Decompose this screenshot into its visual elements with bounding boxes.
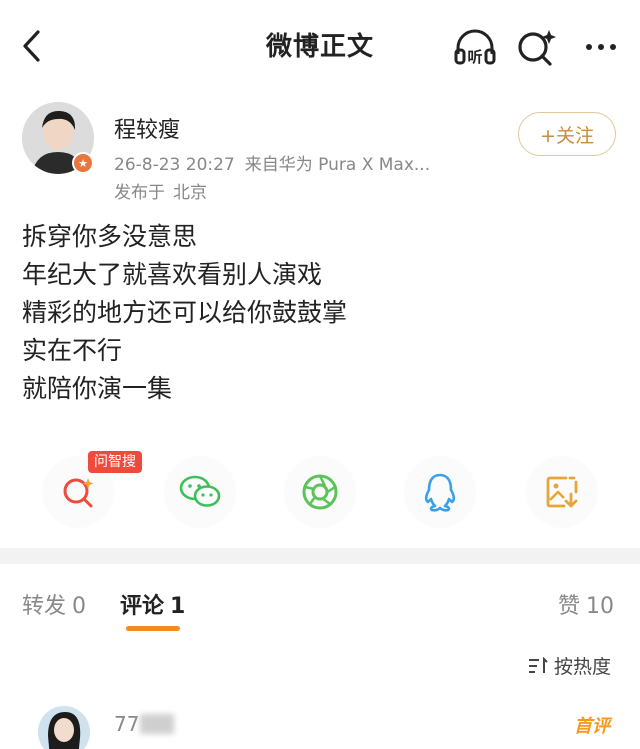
search-sparkle-icon [518, 30, 556, 66]
more-dot-icon [586, 44, 592, 50]
moments-share-button[interactable] [284, 456, 356, 528]
save-image-icon [546, 476, 578, 508]
moments-icon [302, 474, 338, 510]
post-line: 拆穿你多没意思 [22, 222, 198, 251]
save-image-button[interactable] [526, 456, 598, 528]
more-options-button[interactable] [578, 32, 624, 62]
post-meta: 26-8-23 20:27 来自华为 Pura X Max... [114, 150, 430, 175]
listen-label: 听 [467, 48, 482, 66]
post-line: 年纪大了就喜欢看别人演戏 [22, 260, 323, 289]
commenter-portrait-icon [38, 706, 90, 749]
active-tab-indicator [126, 626, 180, 631]
section-divider [0, 548, 640, 564]
smart-search-button[interactable] [516, 24, 556, 70]
more-dot-icon [610, 44, 616, 50]
commenter-avatar[interactable] [38, 706, 90, 749]
commenter-name-blur [140, 714, 174, 734]
tab-reposts[interactable]: 转发 0 [22, 588, 86, 620]
interaction-tabs: 转发 0 评论 1 赞 10 [0, 564, 640, 644]
post-location: 发布于 北京 [114, 178, 207, 203]
sort-by-hot-button[interactable]: 按热度 [528, 652, 611, 679]
post-line: 精彩的地方还可以给你鼓鼓掌 [22, 298, 348, 327]
verified-badge-icon: ★ [72, 152, 94, 174]
tab-comments[interactable]: 评论 1 [120, 588, 185, 620]
smart-search-tag: 问智搜 [88, 451, 142, 473]
post-line: 实在不行 [22, 336, 123, 365]
tab-likes-label: 赞 [558, 594, 581, 619]
tab-comments-count: 1 [170, 594, 186, 619]
sort-label: 按热度 [554, 656, 612, 678]
location-prefix: 发布于 [114, 183, 165, 203]
commenter-name[interactable]: 77 [114, 712, 139, 736]
smart-search-icon [63, 478, 94, 508]
top-nav-bar: 微博正文 听 [0, 0, 640, 92]
more-dot-icon [598, 44, 604, 50]
location-value: 北京 [173, 183, 207, 203]
post-body: 拆穿你多没意思 年纪大了就喜欢看别人演戏 精彩的地方还可以给你鼓鼓掌 实在不行 … [22, 218, 582, 408]
follow-button[interactable]: +关注 [518, 112, 616, 156]
first-comment-badge: 首评 [574, 716, 610, 737]
tab-reposts-count: 0 [72, 594, 87, 619]
author-name[interactable]: 程较瘦 [114, 112, 180, 144]
tab-comments-label: 评论 [120, 594, 165, 619]
headphones-icon: 听 [454, 29, 496, 66]
qq-share-button[interactable] [404, 456, 476, 528]
tab-likes-count: 10 [586, 594, 615, 619]
post-line: 就陪你演一集 [22, 374, 173, 403]
sort-icon [529, 656, 548, 673]
wechat-share-button[interactable] [164, 456, 236, 528]
qq-icon [424, 473, 456, 512]
post-source: 来自华为 Pura X Max... [244, 155, 431, 175]
tab-likes[interactable]: 赞 10 [558, 588, 614, 620]
wechat-icon [179, 475, 221, 507]
post-date: 26-8-23 20:27 [114, 155, 235, 175]
tab-reposts-label: 转发 [22, 594, 67, 619]
listen-button[interactable]: 听 [452, 24, 498, 70]
